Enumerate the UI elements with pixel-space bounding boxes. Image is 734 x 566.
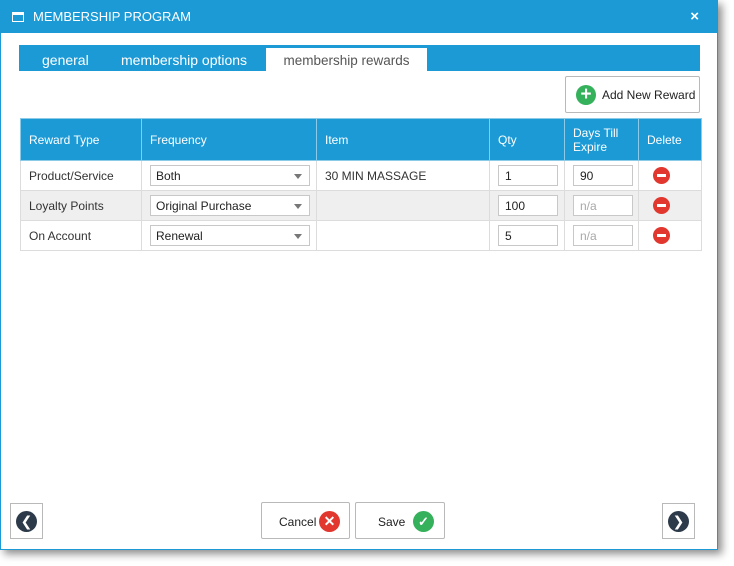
- item-cell: [316, 220, 490, 251]
- item-cell: [316, 190, 490, 221]
- qty-input[interactable]: [498, 165, 558, 186]
- x-circle-icon: ✕: [319, 511, 340, 532]
- next-button[interactable]: ❯: [662, 503, 695, 539]
- chevron-down-icon: [294, 234, 302, 239]
- header-frequency[interactable]: Frequency: [141, 118, 317, 161]
- cancel-label: Cancel: [279, 515, 317, 529]
- window-title: MEMBERSHIP PROGRAM: [33, 9, 191, 24]
- previous-button[interactable]: ❮: [10, 503, 43, 539]
- table-row: Product/Service Both 30 MIN MASSAGE: [20, 160, 702, 191]
- days-till-expire-input[interactable]: [573, 165, 633, 186]
- plus-circle-icon: +: [576, 85, 596, 105]
- reward-type-cell: Loyalty Points: [20, 190, 142, 221]
- frequency-value: Original Purchase: [156, 199, 252, 213]
- chevron-down-icon: [294, 174, 302, 179]
- chevron-down-icon: [294, 204, 302, 209]
- header-qty[interactable]: Qty: [489, 118, 565, 161]
- close-button[interactable]: ×: [690, 8, 699, 25]
- frequency-select[interactable]: Both: [150, 165, 310, 186]
- tab-membership-options[interactable]: membership options: [121, 45, 247, 71]
- frequency-select[interactable]: Original Purchase: [150, 195, 310, 216]
- table-row: Loyalty Points Original Purchase: [20, 190, 702, 221]
- add-new-reward-button[interactable]: + Add New Reward: [565, 76, 700, 113]
- tab-general[interactable]: general: [42, 45, 89, 71]
- save-label: Save: [378, 515, 406, 529]
- header-days-till-expire[interactable]: Days Till Expire: [564, 118, 639, 161]
- membership-program-dialog: MEMBERSHIP PROGRAM × general membership …: [0, 0, 718, 550]
- save-button[interactable]: Save ✓: [355, 502, 445, 539]
- chevron-right-icon: ❯: [668, 511, 689, 532]
- tab-membership-rewards[interactable]: membership rewards: [266, 48, 427, 71]
- frequency-value: Both: [156, 169, 181, 183]
- header-item[interactable]: Item: [316, 118, 490, 161]
- header-reward-type[interactable]: Reward Type: [20, 118, 142, 161]
- chevron-left-icon: ❮: [16, 511, 37, 532]
- minus-circle-icon[interactable]: [653, 197, 670, 214]
- reward-type-cell: On Account: [20, 220, 142, 251]
- tab-bar: general membership options membership re…: [19, 45, 700, 71]
- table-row: On Account Renewal: [20, 220, 702, 251]
- cancel-button[interactable]: Cancel ✕: [261, 502, 350, 539]
- qty-input[interactable]: [498, 225, 558, 246]
- frequency-value: Renewal: [156, 229, 203, 243]
- header-delete[interactable]: Delete: [638, 118, 702, 161]
- add-new-reward-label: Add New Reward: [602, 88, 696, 102]
- qty-input[interactable]: [498, 195, 558, 216]
- item-cell: 30 MIN MASSAGE: [316, 160, 490, 191]
- reward-type-cell: Product/Service: [20, 160, 142, 191]
- title-bar: MEMBERSHIP PROGRAM ×: [1, 1, 717, 33]
- days-till-expire-input[interactable]: [573, 225, 633, 246]
- window-icon: [12, 12, 24, 22]
- table-header-row: Reward Type Frequency Item Qty Days Till…: [20, 118, 702, 161]
- frequency-select[interactable]: Renewal: [150, 225, 310, 246]
- minus-circle-icon[interactable]: [653, 227, 670, 244]
- days-till-expire-input[interactable]: [573, 195, 633, 216]
- rewards-table: Reward Type Frequency Item Qty Days Till…: [20, 118, 702, 251]
- check-circle-icon: ✓: [413, 511, 434, 532]
- minus-circle-icon[interactable]: [653, 167, 670, 184]
